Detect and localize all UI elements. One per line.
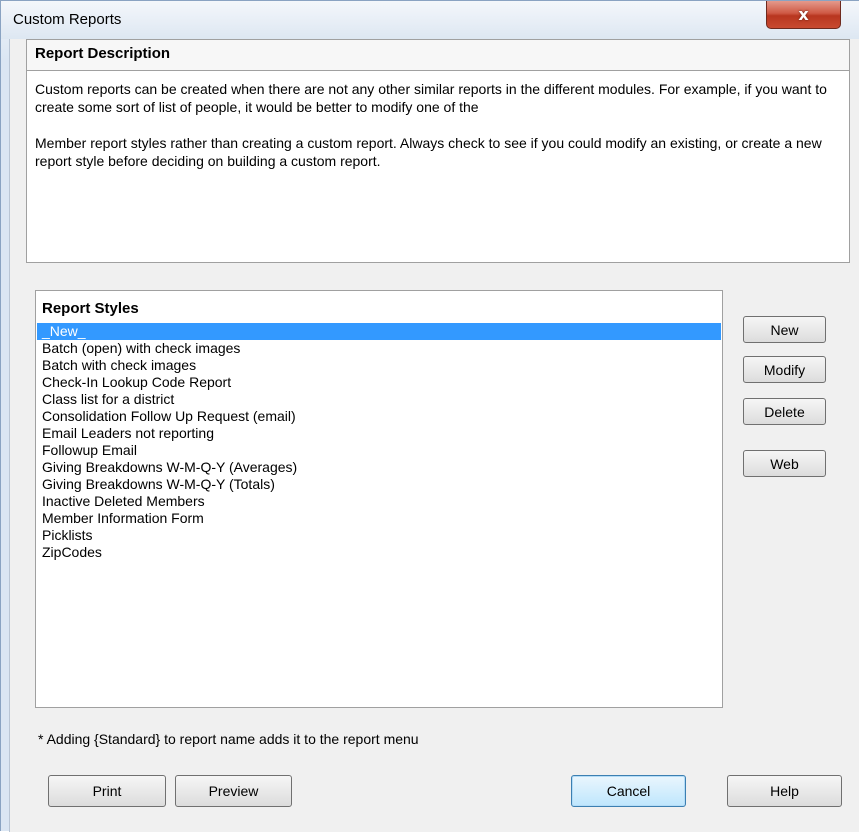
report-styles-list[interactable]: _New_ Batch (open) with check images Bat… [37, 323, 721, 561]
list-item[interactable]: Inactive Deleted Members [37, 493, 721, 510]
report-description-header: Report Description [27, 40, 849, 71]
description-paragraph-2: Member report styles rather than creatin… [35, 135, 822, 169]
custom-reports-dialog: Custom Reports x Report Description Cust… [0, 0, 859, 832]
new-button[interactable]: New [743, 316, 826, 343]
list-item[interactable]: Giving Breakdowns W-M-Q-Y (Averages) [37, 459, 721, 476]
list-item[interactable]: Member Information Form [37, 510, 721, 527]
cancel-button[interactable]: Cancel [571, 775, 686, 807]
report-styles-heading: Report Styles [42, 300, 139, 317]
list-item[interactable]: _New_ [37, 323, 721, 340]
report-styles-panel: Report Styles _New_ Batch (open) with ch… [35, 290, 723, 708]
close-button[interactable]: x [766, 1, 841, 29]
close-icon: x [798, 5, 809, 24]
list-item[interactable]: Picklists [37, 527, 721, 544]
preview-button[interactable]: Preview [175, 775, 292, 807]
report-description-panel: Report Description Custom reports can be… [26, 39, 850, 263]
delete-button[interactable]: Delete [743, 398, 826, 425]
list-item[interactable]: Class list for a district [37, 391, 721, 408]
description-paragraph-1: Custom reports can be created when there… [35, 81, 827, 115]
list-item[interactable]: Giving Breakdowns W-M-Q-Y (Totals) [37, 476, 721, 493]
help-button[interactable]: Help [727, 775, 842, 807]
web-button[interactable]: Web [743, 450, 826, 477]
report-description-heading: Report Description [35, 45, 171, 62]
print-button[interactable]: Print [48, 775, 166, 807]
list-item[interactable]: Check-In Lookup Code Report [37, 374, 721, 391]
list-item[interactable]: Email Leaders not reporting [37, 425, 721, 442]
list-item[interactable]: Followup Email [37, 442, 721, 459]
report-description-text: Custom reports can be created when there… [35, 80, 840, 188]
window-title: Custom Reports [13, 11, 122, 28]
list-item[interactable]: Batch with check images [37, 357, 721, 374]
list-item[interactable]: ZipCodes [37, 544, 721, 561]
list-item[interactable]: Batch (open) with check images [37, 340, 721, 357]
list-item[interactable]: Consolidation Follow Up Request (email) [37, 408, 721, 425]
title-bar[interactable]: Custom Reports x [1, 1, 859, 39]
modify-button[interactable]: Modify [743, 356, 826, 383]
standard-report-footnote: * Adding {Standard} to report name adds … [38, 731, 419, 747]
